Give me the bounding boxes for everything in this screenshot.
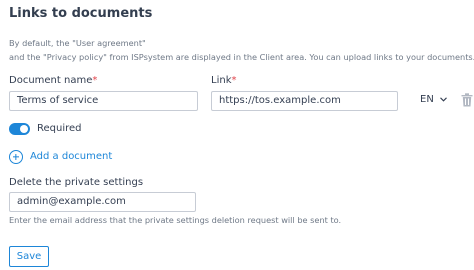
email-hint: Enter the email address that the private… <box>9 215 342 225</box>
save-button[interactable]: Save <box>9 246 49 267</box>
link-label-text: Link <box>211 75 232 86</box>
link-value: https://tos.example.com <box>219 95 341 106</box>
section-description: By default, the "User agreement" and the… <box>9 37 474 64</box>
link-input[interactable]: https://tos.example.com <box>211 91 398 111</box>
private-settings-label: Delete the private settings <box>9 177 144 188</box>
plus-circle-icon[interactable] <box>9 150 23 164</box>
document-name-value: Terms of service <box>17 95 99 106</box>
document-name-input[interactable]: Terms of service <box>9 91 198 111</box>
required-asterisk: * <box>92 75 98 86</box>
document-name-label: Document name* <box>9 75 97 86</box>
document-name-label-text: Document name <box>9 75 93 86</box>
email-field[interactable]: admin@example.com <box>9 192 196 212</box>
required-asterisk: * <box>231 75 237 86</box>
toggle-knob <box>20 125 28 133</box>
required-toggle[interactable] <box>9 123 30 135</box>
description-line-1: By default, the "User agreement" <box>9 38 146 48</box>
required-label: Required <box>37 123 82 134</box>
chevron-down-icon <box>439 97 447 102</box>
section-title: Links to documents <box>9 6 153 21</box>
email-value: admin@example.com <box>17 196 126 207</box>
trash-icon[interactable] <box>461 93 473 107</box>
link-label: Link* <box>211 75 236 86</box>
add-document-link[interactable]: Add a document <box>30 151 112 162</box>
description-line-2: and the "Privacy policy" from ISPsystem … <box>9 51 474 62</box>
language-value: EN <box>420 94 434 105</box>
language-select[interactable]: EN <box>420 94 447 105</box>
